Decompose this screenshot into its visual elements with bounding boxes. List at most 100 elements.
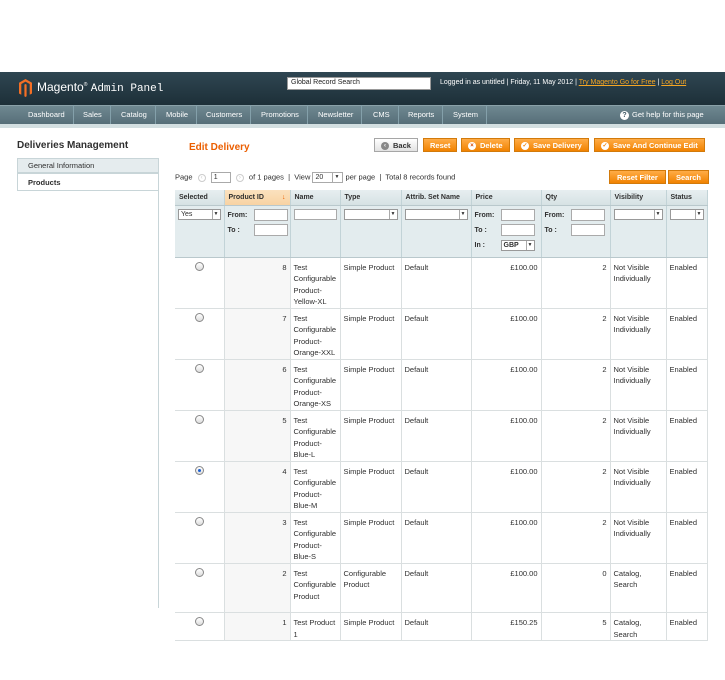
filter-price-from[interactable] — [500, 208, 535, 221]
reset-filter-button[interactable]: Reset Filter — [609, 170, 666, 184]
global-search-input[interactable]: Global Record Search — [287, 77, 431, 90]
nav-dashboard[interactable]: Dashboard — [20, 105, 74, 124]
row-select-radio[interactable] — [194, 465, 204, 475]
row-select-cell — [175, 512, 225, 564]
row-select-radio[interactable] — [194, 567, 204, 577]
col-visibility[interactable]: Visibility — [610, 190, 667, 206]
filter-id-cell: From: To : — [224, 205, 291, 258]
row-status: Enabled — [666, 461, 708, 513]
to-label: To : — [227, 226, 240, 234]
table-row[interactable]: 4 Test Configurable Product-Blue-M Simple … — [175, 461, 708, 513]
nav-sales[interactable]: Sales — [75, 105, 111, 124]
nav-mobile[interactable]: Mobile — [158, 105, 198, 124]
per-page-select[interactable]: 20 ▼ — [312, 172, 344, 183]
col-price[interactable]: Price — [471, 190, 542, 206]
help-link[interactable]: ? Get help for this page — [620, 110, 704, 120]
row-select-radio[interactable] — [194, 363, 204, 373]
row-product-id: 7 — [224, 308, 291, 360]
row-attrib-set: Default — [401, 359, 472, 411]
save-delivery-button[interactable]: ✓ Save Delivery — [514, 138, 589, 152]
table-row[interactable]: 7 Test Configurable Product-Orange-XXL Sim… — [175, 308, 708, 360]
prev-page-icon[interactable]: ‹ — [197, 173, 206, 182]
filter-type-select[interactable]: ▼ — [343, 208, 398, 220]
row-select-cell — [175, 410, 225, 462]
page-input[interactable]: 1 — [210, 172, 231, 183]
save-continue-button[interactable]: ✓ Save And Continue Edit — [594, 138, 705, 152]
col-name[interactable]: Name — [290, 190, 341, 206]
col-type[interactable]: Type — [340, 190, 402, 206]
nav-catalog[interactable]: Catalog — [113, 105, 156, 124]
col-selected[interactable]: Selected — [175, 190, 225, 206]
row-select-radio[interactable] — [194, 312, 204, 322]
row-select-cell — [175, 461, 225, 513]
nav-cms[interactable]: CMS — [365, 105, 399, 124]
col-qty[interactable]: Qty — [541, 190, 611, 206]
filter-id-to[interactable] — [253, 223, 288, 236]
sidebar-border — [158, 158, 159, 608]
nav-newsletter[interactable]: Newsletter — [310, 105, 363, 124]
filter-selected-cell: Yes ▼ — [175, 205, 225, 258]
tab-products[interactable]: Products — [17, 173, 158, 190]
nav-reports[interactable]: Reports — [400, 105, 444, 124]
row-attrib-set: Default — [401, 461, 472, 513]
reset-button[interactable]: Reset — [423, 138, 458, 152]
row-select-cell — [175, 359, 225, 411]
filter-name-input[interactable] — [293, 208, 337, 220]
filter-price-to[interactable] — [500, 223, 535, 236]
filter-status-select[interactable]: ▼ — [669, 208, 704, 220]
col-product-id[interactable]: Product ID ↓ — [224, 190, 291, 206]
logo-suffix: Admin Panel — [90, 83, 164, 95]
table-row[interactable]: 1 Test Product 1 Simple Product Default £150… — [175, 612, 708, 641]
filter-qty-to[interactable] — [570, 223, 605, 236]
row-price: £150.25 — [471, 612, 542, 641]
delete-button[interactable]: × Delete — [461, 138, 510, 152]
row-name: Test Configurable Product-Blue-M — [290, 461, 341, 513]
currency-select[interactable]: GBP ▼ — [500, 239, 535, 251]
next-page-icon[interactable]: › — [235, 173, 244, 182]
logout-link[interactable]: Log Out — [661, 79, 686, 86]
products-grid: Selected Product ID ↓ Name Type Attrib. S… — [175, 190, 708, 641]
table-row[interactable]: 5 Test Configurable Product-Blue-L Simple … — [175, 410, 708, 462]
table-row[interactable]: 2 Test Configurable Product Configurable P… — [175, 563, 708, 613]
pager: Page ‹ 1 › of 1 pages | View 20 ▼ per pag… — [175, 172, 456, 183]
app-title: Magento® Admin Panel — [37, 80, 163, 95]
col-attrib-set[interactable]: Attrib. Set Name — [401, 190, 472, 206]
row-price: £100.00 — [471, 308, 542, 360]
row-price: £100.00 — [471, 257, 542, 309]
filter-selected-select[interactable]: Yes ▼ — [178, 208, 221, 220]
nav-promotions[interactable]: Promotions — [253, 105, 308, 124]
back-button[interactable]: ‹ Back — [374, 138, 418, 152]
row-select-radio[interactable] — [194, 261, 204, 271]
filter-attrib-select[interactable]: ▼ — [404, 208, 468, 220]
row-price: £100.00 — [471, 410, 542, 462]
row-qty: 5 — [541, 612, 611, 641]
filter-qty-from[interactable] — [570, 208, 605, 221]
nav-system[interactable]: System — [445, 105, 488, 124]
try-magento-link[interactable]: Try Magento Go for Free — [579, 79, 656, 86]
nav-customers[interactable]: Customers — [198, 105, 252, 124]
in-label: In : — [474, 241, 486, 249]
row-attrib-set: Default — [401, 612, 472, 641]
row-type: Simple Product — [340, 308, 402, 360]
row-type: Simple Product — [340, 461, 402, 513]
table-row[interactable]: 8 Test Configurable Product-Yellow-XL Simp… — [175, 257, 708, 309]
row-type: Simple Product — [340, 359, 402, 411]
filter-visibility-select[interactable]: ▼ — [613, 208, 663, 220]
row-price: £100.00 — [471, 563, 542, 613]
search-button[interactable]: Search — [668, 170, 710, 184]
tab-general-information[interactable]: General Information — [17, 158, 158, 173]
table-row[interactable]: 6 Test Configurable Product-Orange-XS Simp… — [175, 359, 708, 411]
row-select-radio[interactable] — [194, 414, 204, 424]
row-select-radio[interactable] — [194, 617, 204, 626]
header-info: Logged in as untitled | Friday, 11 May 2… — [440, 79, 686, 86]
row-select-radio[interactable] — [194, 516, 204, 526]
row-name: Test Configurable Product-Blue-L — [290, 410, 341, 462]
to-label: To : — [474, 226, 487, 234]
filter-id-from[interactable] — [253, 208, 288, 221]
page-title: Edit Delivery — [189, 142, 250, 153]
row-status: Enabled — [666, 512, 708, 564]
col-status[interactable]: Status — [666, 190, 708, 206]
row-product-id: 8 — [224, 257, 291, 309]
chevron-down-icon: ▼ — [525, 240, 534, 250]
table-row[interactable]: 3 Test Configurable Product-Blue-S Simple … — [175, 512, 708, 564]
